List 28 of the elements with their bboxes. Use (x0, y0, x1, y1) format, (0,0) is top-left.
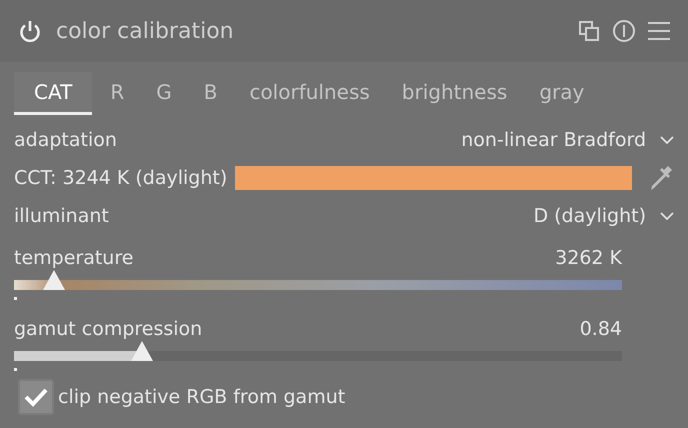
dropdown[interactable]: D (daylight) (533, 205, 674, 227)
color-picker-icon[interactable] (648, 164, 674, 192)
checkbox[interactable]: clip negative RGB from gamut (14, 377, 674, 417)
chevron-icon (660, 136, 674, 144)
control-label: adaptation (14, 129, 117, 151)
menu-icon[interactable] (648, 21, 670, 41)
tab[interactable]: CAT (14, 72, 92, 115)
dropdown[interactable]: non-linear Bradford (461, 129, 674, 151)
slider-label: gamut compression (14, 318, 202, 340)
tab[interactable]: R (96, 72, 138, 115)
control-label: CCT: 3244 K (daylight) (14, 167, 228, 189)
slider-thumb[interactable] (42, 269, 66, 291)
slider-value: 0.84 (580, 318, 622, 340)
tab[interactable]: colorfulness (235, 72, 384, 115)
module-title: color calibration (56, 18, 235, 44)
checkbox-box[interactable] (18, 379, 54, 415)
tab[interactable]: brightness (388, 72, 522, 115)
slider-thumb[interactable] (130, 340, 154, 362)
chevron-icon (660, 212, 674, 220)
reset-icon[interactable] (612, 19, 636, 43)
power-icon[interactable] (18, 19, 42, 43)
slider-label: temperature (14, 247, 134, 269)
tab[interactable]: B (190, 72, 232, 115)
control-label: illuminant (14, 205, 109, 227)
tab[interactable]: gray (525, 72, 598, 115)
multi-instance-icon[interactable] (578, 20, 600, 42)
slider-value: 3262 K (555, 247, 622, 269)
tab[interactable]: G (142, 72, 186, 115)
